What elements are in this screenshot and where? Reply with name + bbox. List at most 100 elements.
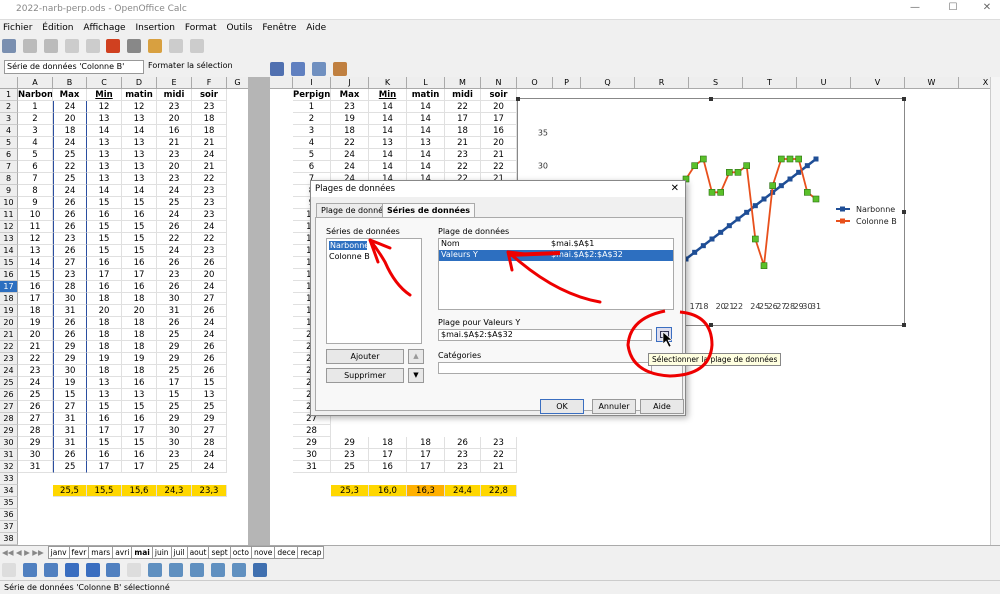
cell[interactable]: 20 (481, 101, 517, 113)
cell[interactable]: 26 (53, 329, 87, 341)
cell[interactable]: 23 (157, 449, 192, 461)
cell[interactable]: 27 (18, 413, 53, 425)
cell[interactable]: 29 (331, 437, 369, 449)
column-header[interactable]: U (797, 77, 851, 89)
cell[interactable]: 20 (157, 161, 192, 173)
cell[interactable]: 14 (18, 257, 53, 269)
cell[interactable]: 23 (192, 209, 227, 221)
cell[interactable]: 15 (87, 245, 122, 257)
cell[interactable]: 24 (192, 329, 227, 341)
range-row-valeurs-y[interactable]: Valeurs Y $mai.$A$2:$A$32 (439, 250, 673, 261)
cell[interactable]: 18 (87, 293, 122, 305)
plage-y-input[interactable]: $mai.$A$2:$A$32 (438, 329, 652, 341)
ellipse-icon[interactable] (85, 563, 100, 577)
row-header[interactable]: 12 (0, 221, 18, 233)
cell[interactable]: 8 (18, 185, 53, 197)
column-header[interactable]: W (905, 77, 959, 89)
cell[interactable]: 26 (157, 317, 192, 329)
column-header[interactable]: V (851, 77, 905, 89)
row-header[interactable]: 31 (0, 449, 18, 461)
cell[interactable]: 23 (331, 449, 369, 461)
cell[interactable]: 15 (122, 245, 157, 257)
cell[interactable]: 26 (445, 437, 481, 449)
cell[interactable]: 29 (157, 413, 192, 425)
text-icon[interactable] (127, 563, 142, 577)
cell[interactable]: 22 (331, 137, 369, 149)
cell[interactable]: 30 (53, 365, 87, 377)
cell[interactable]: 22 (53, 161, 87, 173)
sheet-tab-janv[interactable]: janv (47, 546, 70, 559)
symbol-shapes-icon[interactable] (169, 563, 183, 577)
cell[interactable]: 18 (87, 317, 122, 329)
ok-button[interactable]: OK (540, 399, 584, 414)
selection-handle[interactable] (902, 323, 906, 327)
sheet-tab-mai[interactable]: mai (131, 546, 153, 559)
cell[interactable]: 28 (53, 281, 87, 293)
cell[interactable]: 14 (407, 149, 445, 161)
cell[interactable]: 17 (481, 113, 517, 125)
cell[interactable]: 18 (369, 437, 407, 449)
cell[interactable]: 30 (157, 293, 192, 305)
cell[interactable]: 18 (87, 341, 122, 353)
cell[interactable]: 6 (293, 161, 331, 173)
cell[interactable]: 25 (157, 329, 192, 341)
cell[interactable]: 20 (157, 113, 192, 125)
selection-handle[interactable] (902, 97, 906, 101)
rectangle-icon[interactable] (64, 563, 79, 577)
cell[interactable]: 9 (18, 197, 53, 209)
cell[interactable]: 26 (53, 197, 87, 209)
cell[interactable]: 25 (157, 401, 192, 413)
line-icon[interactable] (22, 563, 37, 577)
cell[interactable]: 26 (157, 257, 192, 269)
row-header[interactable]: 37 (0, 521, 18, 533)
row-header[interactable]: 17 (0, 281, 18, 293)
column-header[interactable]: G (227, 77, 249, 89)
cell[interactable]: 31 (293, 461, 331, 473)
cell[interactable]: 4 (293, 137, 331, 149)
cell[interactable]: 14 (407, 101, 445, 113)
cell[interactable]: 26 (192, 305, 227, 317)
cell[interactable]: 21 (445, 137, 481, 149)
cell[interactable]: 17 (157, 377, 192, 389)
cell[interactable]: 16,0 (369, 485, 407, 497)
sheet-tab-juil[interactable]: juil (170, 546, 188, 559)
column-header[interactable]: A (18, 77, 53, 89)
row-header[interactable]: 30 (0, 437, 18, 449)
cell[interactable]: 13 (87, 389, 122, 401)
cell[interactable]: 23 (18, 365, 53, 377)
selection-handle[interactable] (709, 323, 713, 327)
cell[interactable]: 2 (293, 113, 331, 125)
column-header[interactable]: S (689, 77, 743, 89)
menu-affichage[interactable]: Affichage (80, 20, 129, 33)
cell[interactable]: 19 (87, 353, 122, 365)
row-header[interactable]: 34 (0, 485, 18, 497)
cell[interactable]: 6 (18, 161, 53, 173)
cell[interactable]: 27 (53, 257, 87, 269)
cell[interactable]: 21 (481, 461, 517, 473)
cell[interactable]: 24 (192, 449, 227, 461)
cell[interactable]: 30 (53, 293, 87, 305)
cell[interactable]: 14 (87, 185, 122, 197)
cell[interactable]: 21 (192, 161, 227, 173)
cell[interactable]: 24 (331, 149, 369, 161)
cell[interactable]: 23 (157, 173, 192, 185)
cell[interactable]: 20 (87, 305, 122, 317)
cell[interactable]: 25 (192, 401, 227, 413)
cell[interactable]: 13 (87, 149, 122, 161)
cell[interactable]: 21 (157, 137, 192, 149)
save-icon[interactable] (43, 39, 58, 53)
cell[interactable]: 15 (87, 221, 122, 233)
block-arrows-icon[interactable] (189, 563, 204, 577)
cell[interactable]: 25,5 (53, 485, 87, 497)
cell[interactable]: 14 (407, 113, 445, 125)
cell[interactable]: 13 (18, 245, 53, 257)
cell[interactable]: 26 (192, 341, 227, 353)
arrow-icon[interactable] (43, 563, 58, 577)
new-icon[interactable] (2, 39, 16, 53)
cell[interactable]: 16 (87, 413, 122, 425)
cell[interactable]: 23 (192, 185, 227, 197)
cell[interactable]: 15 (53, 389, 87, 401)
cell[interactable]: 13 (87, 377, 122, 389)
cell[interactable]: 16,3 (407, 485, 445, 497)
sheet-tab-sept[interactable]: sept (208, 546, 231, 559)
